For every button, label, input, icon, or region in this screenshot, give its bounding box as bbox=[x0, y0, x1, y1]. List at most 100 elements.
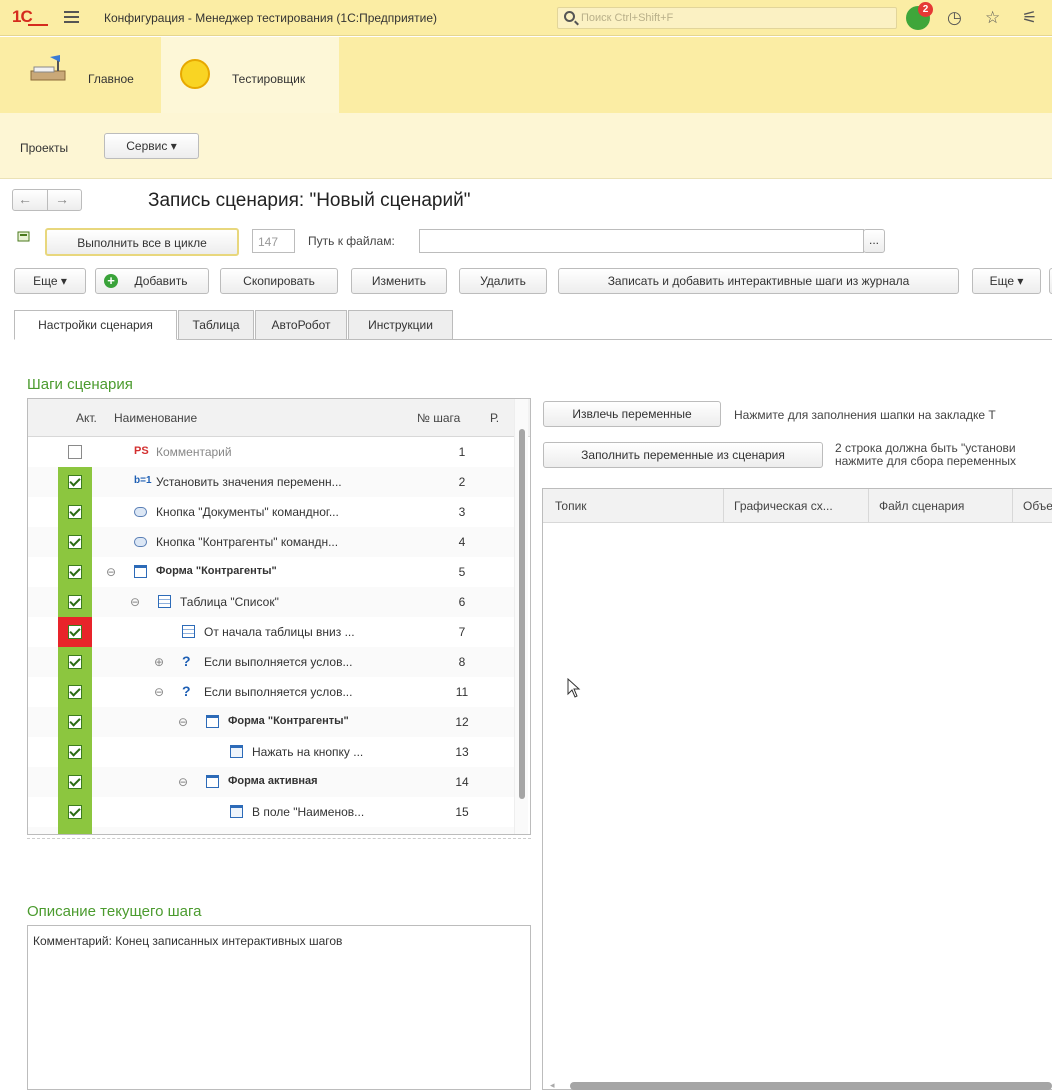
col-scenario-file[interactable]: Файл сценария bbox=[879, 499, 964, 513]
projects-link[interactable]: Проекты bbox=[20, 141, 68, 155]
search-input[interactable]: Поиск Ctrl+Shift+F bbox=[557, 7, 897, 29]
step-active-checkbox[interactable] bbox=[68, 715, 82, 729]
col-object[interactable]: Объе bbox=[1023, 499, 1052, 513]
form-title: Запись сценария: "Новый сценарий" bbox=[148, 190, 471, 211]
copy-button[interactable]: Скопировать bbox=[220, 268, 338, 294]
add-plus-icon: + bbox=[104, 274, 118, 288]
search-placeholder: Поиск Ctrl+Shift+F bbox=[581, 12, 674, 24]
expand-toggle-icon[interactable]: ⊖ bbox=[154, 685, 164, 699]
step-name: Если выполняется услов... bbox=[204, 655, 353, 669]
section-tester-label: Тестировщик bbox=[232, 72, 306, 86]
more-menu-button-2[interactable]: Еще ▾ bbox=[972, 268, 1041, 294]
description-title: Описание текущего шага bbox=[27, 903, 202, 920]
hscroll-left-arrow[interactable]: ◂ bbox=[550, 1080, 555, 1090]
step-active-checkbox[interactable] bbox=[68, 475, 82, 489]
variables-table: Топик Графическая сх... Файл сценария Об… bbox=[542, 488, 1052, 1090]
delete-button[interactable]: Удалить bbox=[459, 268, 547, 294]
step-active-checkbox[interactable] bbox=[68, 565, 82, 579]
fill-variables-button[interactable]: Заполнить переменные из сценария bbox=[543, 442, 823, 468]
step-name: Если выполняется услов... bbox=[204, 685, 353, 699]
step-row[interactable]: ⊖ Таблица "Список" 6 bbox=[28, 587, 518, 617]
step-active-checkbox[interactable] bbox=[68, 505, 82, 519]
step-name: Форма активная bbox=[228, 775, 318, 787]
section-home[interactable] bbox=[0, 37, 160, 113]
steps-scrollbar[interactable] bbox=[514, 399, 528, 834]
form-icon bbox=[206, 715, 219, 728]
step-active-checkbox[interactable] bbox=[68, 805, 82, 819]
step-row[interactable]: ⊖ Форма "Контрагенты" 5 bbox=[28, 557, 518, 587]
step-number: 15 bbox=[455, 805, 469, 819]
step-row[interactable]: PS Комментарий 1 bbox=[28, 437, 518, 467]
back-arrow-icon[interactable]: ← bbox=[18, 191, 32, 207]
files-path-input[interactable] bbox=[419, 229, 864, 253]
loop-count-field[interactable]: 147 bbox=[252, 229, 295, 253]
run-all-loop-button[interactable]: Выполнить все в цикле bbox=[45, 228, 239, 256]
expand-toggle-icon[interactable]: ⊕ bbox=[154, 655, 164, 669]
fill-hint-1: 2 строка должна быть "установи bbox=[835, 441, 1016, 455]
variables-hscrollbar[interactable] bbox=[570, 1082, 1052, 1090]
col-name[interactable]: Наименование bbox=[114, 411, 197, 425]
step-row[interactable]: В поле "Наименов... 15 bbox=[28, 797, 518, 827]
expand-toggle-icon[interactable]: ⊖ bbox=[178, 715, 188, 729]
tab-scenario-settings[interactable]: Настройки сценария bbox=[14, 310, 177, 340]
record-icon[interactable] bbox=[17, 230, 31, 244]
step-active-checkbox[interactable] bbox=[68, 685, 82, 699]
step-active-checkbox[interactable] bbox=[68, 625, 82, 639]
step-row[interactable]: Кнопка "Документы" командног... 3 bbox=[28, 497, 518, 527]
col-step-number[interactable]: № шага bbox=[417, 411, 460, 425]
step-row[interactable]: ⊖? Если выполняется услов... 11 bbox=[28, 677, 518, 707]
col-active[interactable]: Акт. bbox=[76, 411, 97, 425]
button-icon bbox=[134, 537, 147, 547]
settings-menu-icon[interactable]: ⚟ bbox=[1022, 8, 1037, 28]
step-name: В поле "Наименов... bbox=[252, 805, 365, 819]
form-icon bbox=[134, 565, 147, 578]
steps-grid: Акт. Наименование № шага Р. PS Комментари… bbox=[27, 398, 531, 835]
step-row[interactable]: Нажать на кнопку ... 13 bbox=[28, 737, 518, 767]
step-active-checkbox[interactable] bbox=[68, 775, 82, 789]
record-from-log-button[interactable]: Записать и добавить интерактивные шаги и… bbox=[558, 268, 959, 294]
step-number: 14 bbox=[455, 775, 469, 789]
step-active-checkbox[interactable] bbox=[68, 655, 82, 669]
edit-button[interactable]: Изменить bbox=[351, 268, 447, 294]
extract-variables-button[interactable]: Извлечь переменные bbox=[543, 401, 721, 427]
step-row[interactable]: Кнопка "Контрагенты" командн... 4 bbox=[28, 527, 518, 557]
steps-scroll-thumb[interactable] bbox=[519, 429, 525, 799]
service-menu-button[interactable]: Сервис ▾ bbox=[104, 133, 199, 159]
tab-table[interactable]: Таблица bbox=[178, 310, 254, 340]
favorites-icon[interactable]: ☆ bbox=[985, 8, 1000, 28]
history-icon[interactable]: ◷ bbox=[947, 8, 962, 28]
col-graphic-scheme[interactable]: Графическая сх... bbox=[734, 499, 833, 513]
step-active-checkbox[interactable] bbox=[68, 745, 82, 759]
step-row[interactable]: ⊕? Если выполняется услов... 8 bbox=[28, 647, 518, 677]
expand-toggle-icon[interactable]: ⊖ bbox=[130, 595, 140, 609]
mouse-cursor-icon bbox=[567, 678, 581, 698]
more-menu-button[interactable]: Еще ▾ bbox=[14, 268, 86, 294]
tab-autorobot[interactable]: АвтоРобот bbox=[255, 310, 347, 340]
fill-hint-2: нажмите для сбора переменных bbox=[835, 454, 1017, 468]
step-active-checkbox[interactable] bbox=[68, 535, 82, 549]
app-title: Конфигурация - Менеджер тестирования (1С… bbox=[104, 11, 438, 25]
description-field[interactable]: Комментарий: Конец записанных интерактив… bbox=[27, 925, 531, 1090]
loop-count-value: 147 bbox=[258, 235, 279, 249]
files-path-select-button[interactable]: ... bbox=[863, 229, 885, 253]
col-topic[interactable]: Топик bbox=[555, 499, 587, 513]
step-row[interactable]: ⊖ Форма активная 14 bbox=[28, 767, 518, 797]
tab-instructions[interactable]: Инструкции bbox=[348, 310, 453, 340]
forward-arrow-icon[interactable]: → bbox=[55, 191, 69, 207]
main-menu-icon[interactable] bbox=[64, 11, 79, 23]
expand-toggle-icon[interactable]: ⊖ bbox=[106, 565, 116, 579]
splitter[interactable] bbox=[27, 838, 531, 839]
step-row[interactable]: В поле "ИНН" вве...16 bbox=[28, 827, 518, 834]
step-active-checkbox[interactable] bbox=[68, 595, 82, 609]
step-row[interactable]: От начала таблицы вниз ... 7 bbox=[28, 617, 518, 647]
col-r[interactable]: Р. bbox=[490, 411, 499, 425]
steps-title: Шаги сценария bbox=[27, 376, 133, 393]
steps-grid-header: Акт. Наименование № шага Р. bbox=[28, 399, 530, 437]
expand-toggle-icon[interactable]: ⊖ bbox=[178, 775, 188, 789]
step-number: 3 bbox=[458, 505, 466, 519]
step-name: Нажать на кнопку ... bbox=[252, 745, 364, 759]
step-active-checkbox[interactable] bbox=[68, 445, 82, 459]
step-row[interactable]: ⊖ Форма "Контрагенты" 12 bbox=[28, 707, 518, 737]
step-row[interactable]: b=1 Установить значения переменн... 2 bbox=[28, 467, 518, 497]
add-button[interactable]: + Добавить bbox=[95, 268, 209, 294]
